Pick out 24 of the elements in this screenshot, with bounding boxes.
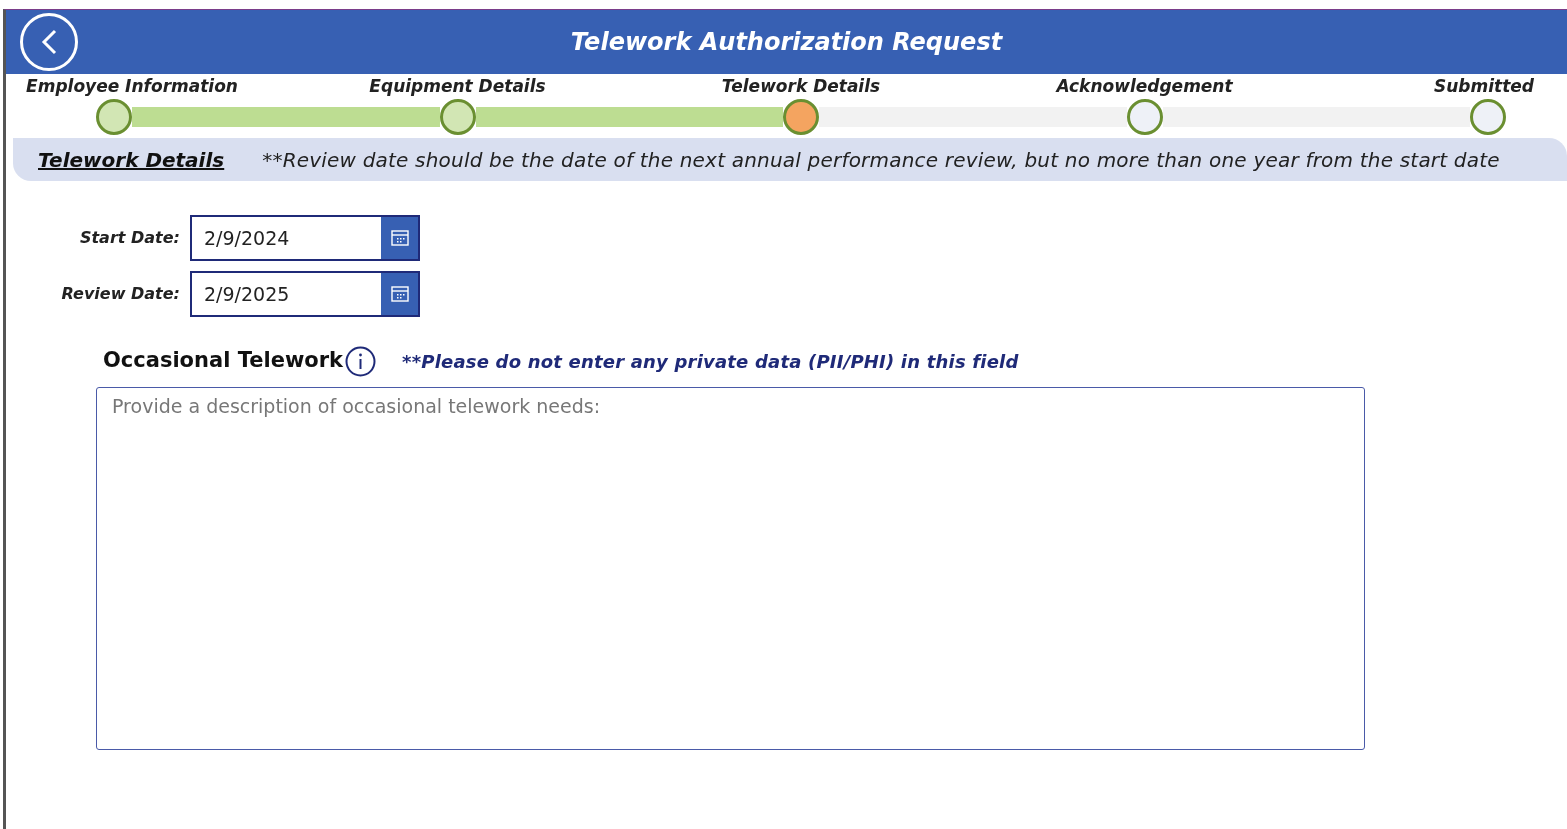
step-label: Telework Details bbox=[721, 75, 881, 98]
step-label: Equipment Details bbox=[369, 75, 546, 98]
chevron-left-icon bbox=[41, 29, 57, 55]
privacy-note: **Please do not enter any private data (PII/PHI) in this field bbox=[402, 349, 1019, 374]
date-picker[interactable]: 2/9/2025 bbox=[190, 271, 420, 317]
review-note: **Review date should be the date of the next annual performance review, but no more than one year from the start date bbox=[262, 146, 1500, 174]
calendar-button[interactable] bbox=[381, 273, 418, 315]
date-picker[interactable]: 2/9/2024 bbox=[190, 215, 420, 261]
step-label: Acknowledgement bbox=[1056, 75, 1233, 98]
step-label: Submitted bbox=[1434, 75, 1534, 98]
occasional-title: Occasional Telework bbox=[103, 347, 344, 375]
date-value: 2/9/2024 bbox=[203, 226, 291, 251]
calendar-icon bbox=[390, 230, 409, 246]
step-label: Employee Information bbox=[26, 75, 238, 98]
page-title: Telework Authorization Request bbox=[570, 27, 1003, 58]
date-value: 2/9/2025 bbox=[203, 282, 291, 307]
calendar-icon bbox=[390, 286, 409, 302]
section-title: Telework Details bbox=[38, 146, 225, 174]
description-field[interactable]: Provide a description of occasional telework needs: bbox=[96, 387, 1365, 750]
back-button[interactable] bbox=[20, 13, 78, 71]
date-label: Review Date: bbox=[60, 283, 181, 305]
date-label: Start Date: bbox=[78, 227, 181, 249]
calendar-button[interactable] bbox=[381, 217, 418, 259]
info-icon[interactable] bbox=[345, 345, 377, 377]
